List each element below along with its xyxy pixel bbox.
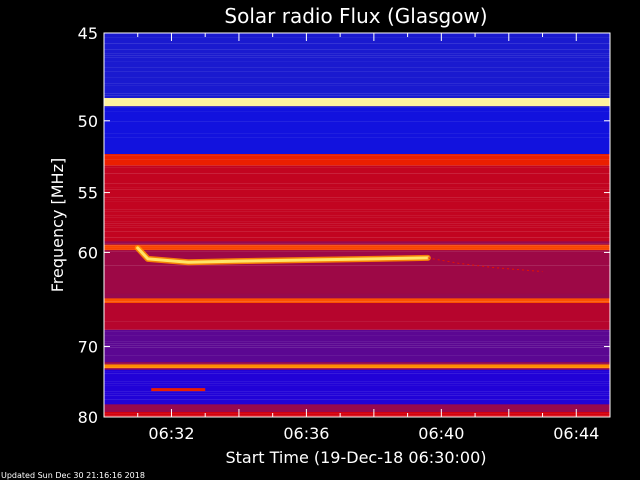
texture-line bbox=[104, 199, 610, 200]
texture-line bbox=[104, 165, 610, 166]
texture-line bbox=[104, 265, 610, 266]
texture-line bbox=[104, 355, 610, 356]
texture-line bbox=[104, 249, 610, 250]
texture-line bbox=[104, 217, 610, 218]
texture-line bbox=[104, 367, 610, 368]
texture-line bbox=[104, 231, 610, 232]
texture-line bbox=[104, 111, 610, 112]
texture-line bbox=[104, 373, 610, 374]
texture-line bbox=[104, 49, 610, 50]
texture-line bbox=[104, 215, 610, 216]
texture-line bbox=[104, 67, 610, 68]
texture-line bbox=[104, 371, 610, 372]
texture-line bbox=[104, 85, 610, 86]
texture-line bbox=[104, 381, 610, 382]
spectrogram-chart: 45 50 55 60 70 80 06:32 06:36 06:40 06:44 Solar … bbox=[0, 0, 640, 480]
y-tick-label: 60 bbox=[78, 243, 98, 262]
y-tick-label: 45 bbox=[78, 24, 98, 43]
texture-line bbox=[104, 183, 610, 184]
texture-line bbox=[104, 155, 610, 156]
texture-line bbox=[104, 385, 610, 386]
texture-line bbox=[104, 71, 610, 72]
texture-line bbox=[104, 391, 610, 392]
texture-line bbox=[104, 57, 610, 58]
texture-line bbox=[104, 187, 610, 188]
texture-line bbox=[104, 121, 610, 122]
texture-line bbox=[104, 159, 610, 160]
frequency-band bbox=[104, 165, 610, 242]
texture-line bbox=[104, 329, 610, 330]
texture-line bbox=[104, 413, 610, 414]
frequency-band bbox=[104, 329, 610, 363]
texture-line bbox=[104, 201, 610, 202]
texture-line bbox=[104, 225, 610, 226]
texture-line bbox=[104, 173, 610, 174]
texture-line bbox=[104, 107, 610, 108]
frequency-band bbox=[104, 106, 610, 155]
texture-line bbox=[104, 335, 610, 336]
x-tick-label: 06:36 bbox=[283, 424, 329, 443]
texture-line bbox=[104, 321, 610, 322]
texture-line bbox=[104, 251, 610, 252]
texture-line bbox=[104, 347, 610, 348]
texture-line bbox=[104, 341, 610, 342]
texture-line bbox=[104, 393, 610, 394]
y-tick-label: 50 bbox=[78, 112, 98, 131]
texture-line bbox=[104, 395, 610, 396]
texture-line bbox=[104, 247, 610, 248]
x-tick-label: 06:32 bbox=[148, 424, 194, 443]
texture-line bbox=[104, 95, 610, 96]
y-tick-label: 55 bbox=[78, 184, 98, 203]
texture-line bbox=[104, 227, 610, 228]
texture-line bbox=[104, 243, 610, 244]
texture-line bbox=[104, 245, 610, 246]
chart-title: Solar radio Flux (Glasgow) bbox=[224, 4, 487, 28]
frequency-band bbox=[104, 298, 610, 304]
y-axis-label: Frequency [MHz] bbox=[48, 158, 67, 292]
x-axis-label: Start Time (19-Dec-18 06:30:00) bbox=[225, 448, 486, 467]
texture-line bbox=[104, 383, 610, 384]
texture-line bbox=[104, 331, 610, 332]
texture-line bbox=[104, 133, 610, 134]
spectrogram-plot-area bbox=[104, 33, 610, 417]
x-tick-label: 06:40 bbox=[418, 424, 464, 443]
texture-line bbox=[104, 345, 610, 346]
texture-line bbox=[104, 77, 610, 78]
texture-line bbox=[104, 363, 610, 364]
texture-line bbox=[104, 37, 610, 38]
texture-line bbox=[104, 399, 610, 400]
texture-line bbox=[104, 415, 610, 416]
texture-line bbox=[104, 83, 610, 84]
texture-line bbox=[104, 343, 610, 344]
texture-line bbox=[104, 237, 610, 238]
x-tick-label: 06:44 bbox=[553, 424, 599, 443]
texture-line bbox=[104, 301, 610, 302]
texture-line bbox=[104, 55, 610, 56]
texture-line bbox=[104, 189, 610, 190]
texture-line bbox=[104, 93, 610, 94]
texture-line bbox=[104, 167, 610, 168]
texture-line bbox=[104, 211, 610, 212]
updated-timestamp: Updated Sun Dec 30 21:16:16 2018 bbox=[1, 471, 145, 480]
frequency-band bbox=[104, 303, 610, 330]
texture-line bbox=[104, 61, 610, 62]
texture-line bbox=[104, 43, 610, 44]
y-tick-label: 70 bbox=[78, 337, 98, 356]
texture-line bbox=[104, 197, 610, 198]
texture-line bbox=[104, 53, 610, 54]
frequency-band bbox=[104, 412, 610, 417]
texture-line bbox=[104, 99, 610, 100]
texture-line bbox=[104, 137, 610, 138]
texture-line bbox=[104, 221, 610, 222]
texture-line bbox=[104, 223, 610, 224]
texture-line bbox=[104, 209, 610, 210]
frequency-band bbox=[104, 33, 610, 99]
y-tick-label: 80 bbox=[78, 408, 98, 427]
